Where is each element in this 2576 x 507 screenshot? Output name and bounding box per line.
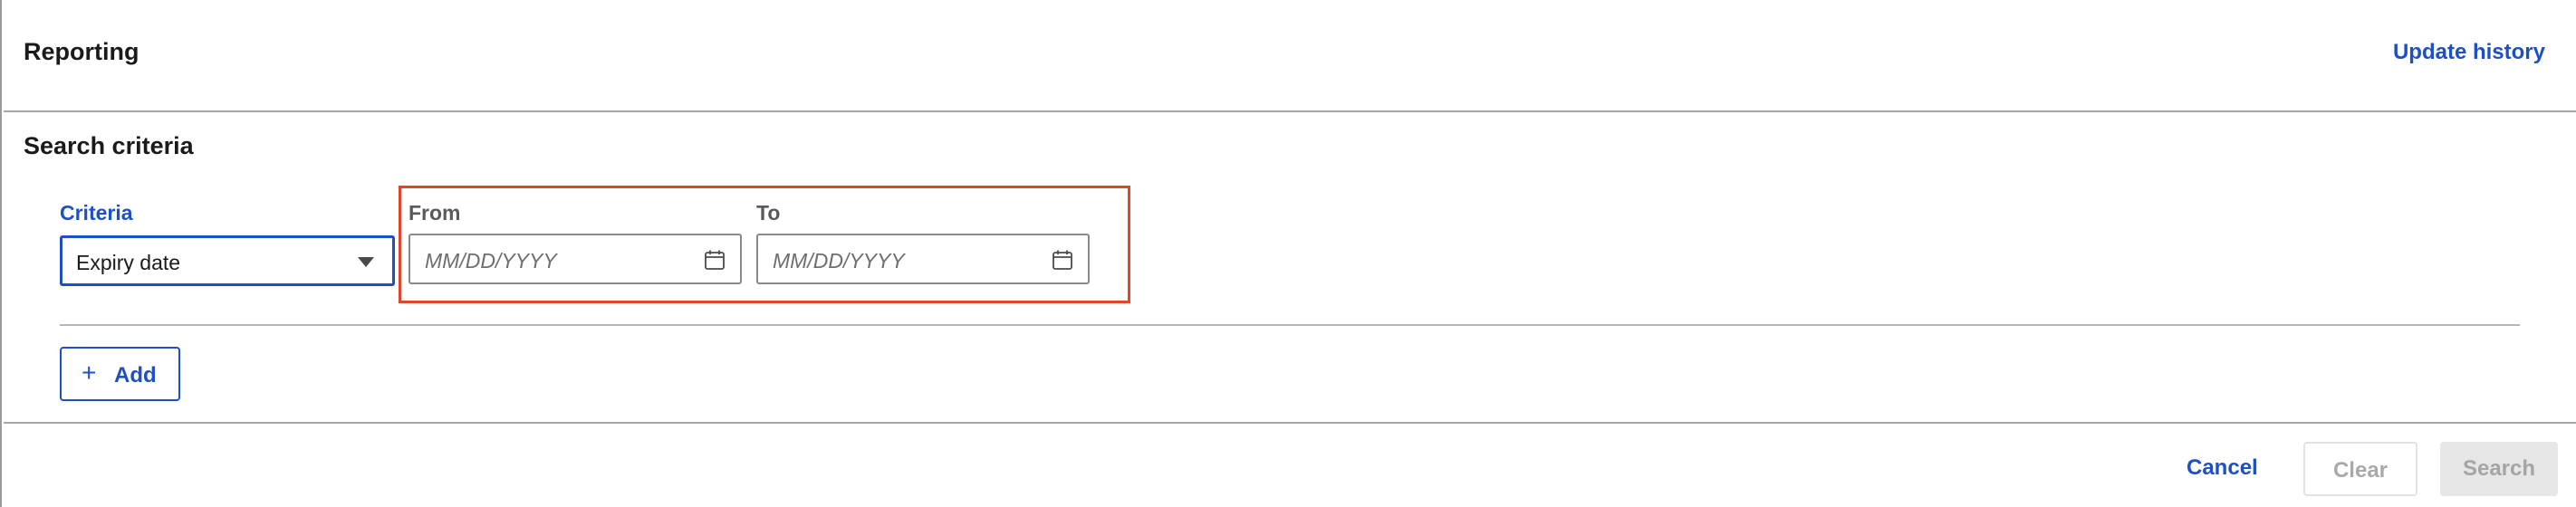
to-label: To [756, 201, 781, 225]
page-title: Reporting [24, 38, 139, 65]
plus-icon: + [82, 359, 97, 387]
page-header: Reporting Update history [4, 0, 2576, 112]
add-button-label: Add [114, 363, 157, 387]
chevron-down-icon [358, 257, 374, 267]
calendar-icon[interactable] [1052, 249, 1073, 271]
clear-button-label: Clear [2332, 458, 2389, 483]
update-history-link[interactable]: Update history [2393, 40, 2545, 65]
cancel-button[interactable]: Cancel [2187, 455, 2258, 481]
criteria-select[interactable]: Expiry date [60, 235, 395, 286]
action-footer: Cancel Clear Search [4, 422, 2576, 507]
app-frame: Reporting Update history Search criteria… [0, 0, 2576, 507]
date-range-group: From MM/DD/YYYY To MM/DD/YYYY [399, 186, 1130, 303]
from-label: From [409, 201, 461, 225]
to-date-placeholder: MM/DD/YYYY [773, 249, 905, 273]
section-divider [60, 324, 2520, 326]
criteria-label: Criteria [60, 201, 133, 225]
to-date-input[interactable]: MM/DD/YYYY [756, 234, 1090, 284]
search-criteria-title: Search criteria [24, 132, 194, 159]
from-date-input[interactable]: MM/DD/YYYY [409, 234, 742, 284]
clear-button[interactable]: Clear [2303, 442, 2417, 496]
search-button[interactable]: Search [2440, 442, 2558, 496]
criteria-selected-value: Expiry date [76, 251, 181, 274]
from-date-placeholder: MM/DD/YYYY [425, 249, 557, 273]
add-criteria-button[interactable]: + Add [60, 347, 180, 401]
search-button-label: Search [2462, 456, 2536, 481]
calendar-icon[interactable] [704, 249, 726, 271]
